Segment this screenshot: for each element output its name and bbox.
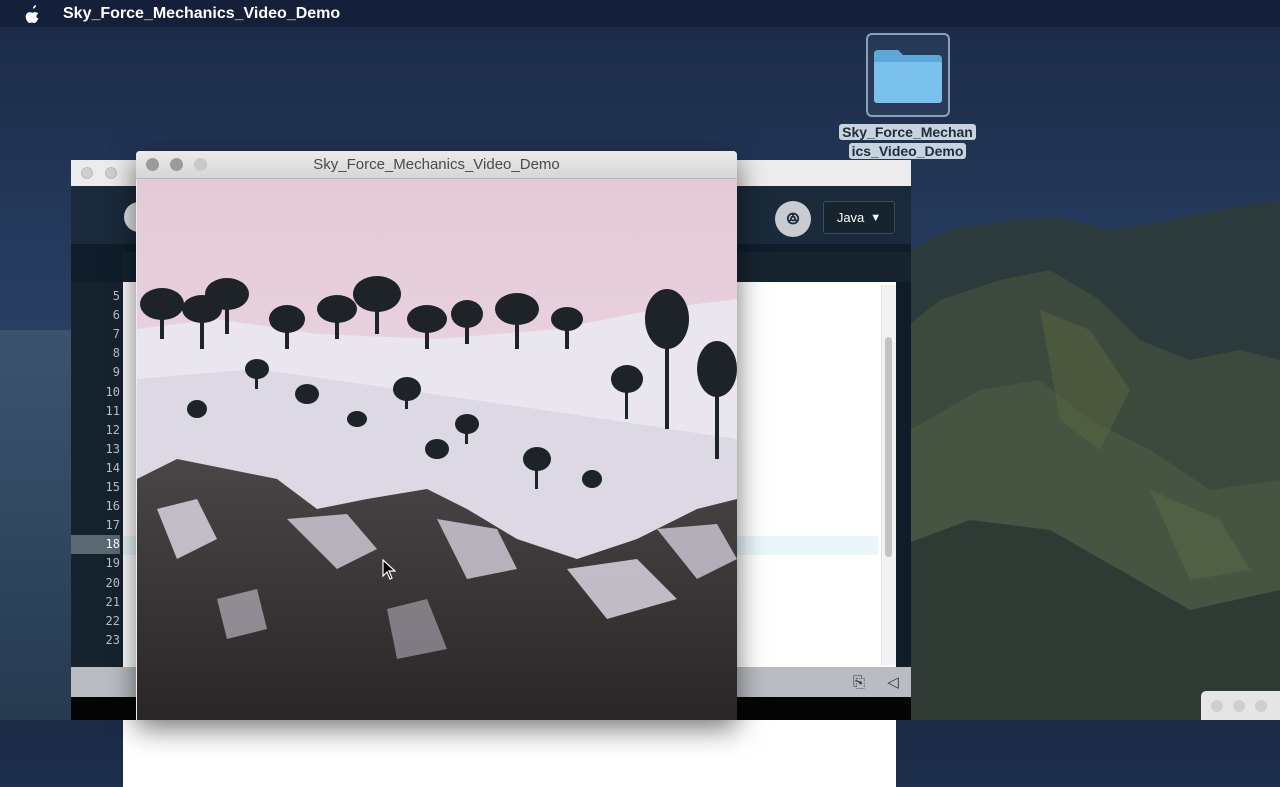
copy-icon[interactable]: ⎘	[849, 673, 869, 693]
sketch-titlebar[interactable]: Sky_Force_Mechanics_Video_Demo	[136, 151, 737, 179]
mini-minimize-button[interactable]	[1233, 700, 1245, 712]
folder-label-line2: ics_Video_Demo	[848, 143, 967, 159]
active-app-name[interactable]: Sky_Force_Mechanics_Video_Demo	[63, 5, 340, 23]
desktop-folder-label[interactable]: Sky_Force_Mechan ics_Video_Demo	[836, 123, 979, 161]
line-number: 18	[71, 535, 120, 555]
mini-close-button[interactable]	[1211, 700, 1223, 712]
line-number: 15	[105, 480, 120, 494]
folder-label-line1: Sky_Force_Mechan	[839, 124, 976, 140]
line-number-gutter: 5 6 7 8 9 10 11 12 13 14 15 16 17 18 19 20 21 22 23	[71, 282, 123, 720]
line-number: 19	[105, 556, 120, 571]
sketch-canvas[interactable]	[137, 179, 737, 720]
mode-selector[interactable]: Java ▼	[823, 201, 895, 234]
line-number: 14	[105, 460, 120, 475]
line-number: 21	[105, 594, 120, 609]
desktop-mountains	[890, 200, 1280, 720]
line-number: 17	[105, 518, 120, 533]
line-number: 16	[105, 499, 120, 514]
line-number: 12	[105, 422, 120, 437]
editor-scrollbar[interactable]	[881, 285, 896, 665]
line-number: 6	[112, 308, 120, 323]
line-number: 9	[112, 365, 120, 380]
sketch-window-title: Sky_Force_Mechanics_Video_Demo	[313, 156, 560, 173]
ide-close-button[interactable]	[81, 167, 93, 179]
line-number: 13	[105, 441, 120, 456]
folder-icon	[874, 50, 942, 103]
line-number: 10	[105, 384, 120, 399]
sketch-window: Sky_Force_Mechanics_Video_Demo	[136, 151, 737, 720]
processing-logo-icon: ꔮ	[775, 201, 811, 237]
ide-minimize-button[interactable]	[105, 167, 117, 179]
line-number: 23	[105, 632, 120, 647]
scrollbar-thumb[interactable]	[885, 337, 892, 557]
minimized-window[interactable]	[1201, 691, 1280, 720]
desktop-folder[interactable]	[866, 33, 950, 117]
line-number: 20	[105, 575, 120, 590]
desktop-sea	[0, 330, 75, 720]
console-collapse-icon[interactable]: ◁	[883, 673, 903, 693]
mode-label: Java	[836, 210, 865, 225]
line-number: 7	[112, 327, 120, 342]
mini-zoom-button[interactable]	[1255, 700, 1267, 712]
line-number: 11	[105, 403, 120, 418]
line-number: 22	[105, 613, 120, 628]
menu-bar: Sky_Force_Mechanics_Video_Demo	[0, 0, 1280, 27]
line-number: 8	[112, 346, 120, 361]
mouse-pointer-icon	[382, 559, 396, 580]
snow-cliff-scene	[137, 179, 737, 720]
chevron-down-icon: ▼	[870, 211, 882, 224]
line-number: 5	[112, 289, 120, 303]
apple-logo-icon[interactable]	[25, 4, 41, 23]
